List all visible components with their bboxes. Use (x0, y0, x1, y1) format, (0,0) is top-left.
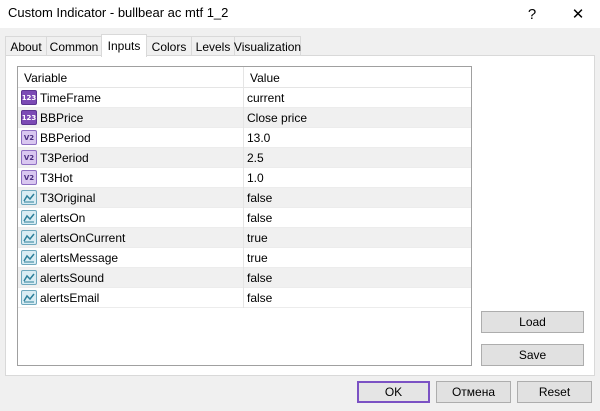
cell-divider (243, 128, 244, 148)
bool-icon (21, 190, 37, 205)
bool-icon (21, 270, 37, 285)
grid-row[interactable]: T3Original false (18, 188, 471, 208)
int-icon: 123 (21, 110, 37, 125)
cell-divider (243, 248, 244, 268)
grid-row[interactable]: alertsEmail false (18, 288, 471, 308)
tab-common[interactable]: Common (46, 36, 102, 56)
variable-name: alertsOnCurrent (40, 231, 126, 245)
variable-name: T3Original (40, 191, 96, 205)
variable-value[interactable]: true (247, 231, 268, 245)
close-button[interactable]: ✕ (558, 0, 598, 28)
cell-divider (243, 148, 244, 168)
grid-row[interactable]: V2 BBPeriod 13.0 (18, 128, 471, 148)
value-column-header[interactable]: Value (250, 71, 280, 85)
grid-header: Variable Value (18, 67, 471, 88)
int-icon: 123 (21, 90, 37, 105)
variable-name: TimeFrame (40, 91, 101, 105)
title-bar: Custom Indicator - bullbear ac mtf 1_2 ?… (0, 0, 600, 28)
grid-row[interactable]: V2 T3Hot 1.0 (18, 168, 471, 188)
load-button[interactable]: Load (481, 311, 584, 333)
double-icon: V2 (21, 170, 37, 185)
cancel-button[interactable]: Отмена (436, 381, 511, 403)
double-icon: V2 (21, 150, 37, 165)
variable-value[interactable]: 1.0 (247, 171, 264, 185)
cell-divider (243, 188, 244, 208)
variable-name: alertsSound (40, 271, 105, 285)
bool-icon (21, 210, 37, 225)
bool-icon (21, 290, 37, 305)
save-button[interactable]: Save (481, 344, 584, 366)
variable-value[interactable]: false (247, 211, 272, 225)
grid-row[interactable]: 123 BBPrice Close price (18, 108, 471, 128)
variable-name: T3Period (40, 151, 89, 165)
double-icon: V2 (21, 130, 37, 145)
variable-value[interactable]: false (247, 271, 272, 285)
tab-visualization[interactable]: Visualization (234, 36, 301, 56)
variable-name: BBPrice (40, 111, 84, 125)
cell-divider (243, 208, 244, 228)
grid-row[interactable]: alertsMessage true (18, 248, 471, 268)
variable-name: alertsEmail (40, 291, 100, 305)
tab-levels[interactable]: Levels (191, 36, 235, 56)
variable-name: T3Hot (40, 171, 73, 185)
variable-name: alertsOn (40, 211, 86, 225)
variable-value[interactable]: true (247, 251, 268, 265)
bool-icon (21, 230, 37, 245)
grid-row[interactable]: V2 T3Period 2.5 (18, 148, 471, 168)
reset-button[interactable]: Reset (517, 381, 592, 403)
variable-value[interactable]: current (247, 91, 284, 105)
variable-name: alertsMessage (40, 251, 119, 265)
grid-row[interactable]: alertsSound false (18, 268, 471, 288)
tab-inputs[interactable]: Inputs (101, 34, 147, 57)
tab-about[interactable]: About (5, 36, 47, 56)
variable-value[interactable]: Close price (247, 111, 307, 125)
help-button[interactable]: ? (512, 0, 552, 28)
grid-row[interactable]: alertsOn false (18, 208, 471, 228)
column-divider[interactable] (243, 67, 244, 88)
variable-name: BBPeriod (40, 131, 91, 145)
cell-divider (243, 108, 244, 128)
variable-value[interactable]: 2.5 (247, 151, 264, 165)
grid-row[interactable]: 123 TimeFrame current (18, 88, 471, 108)
variable-value[interactable]: false (247, 291, 272, 305)
grid-row[interactable]: alertsOnCurrent true (18, 228, 471, 248)
variable-value[interactable]: 13.0 (247, 131, 270, 145)
ok-button[interactable]: OK (357, 381, 430, 403)
bool-icon (21, 250, 37, 265)
cell-divider (243, 268, 244, 288)
variable-value[interactable]: false (247, 191, 272, 205)
cell-divider (243, 88, 244, 108)
inputs-grid: Variable Value 123 TimeFrame current 123 BBP… (17, 66, 472, 366)
window-title: Custom Indicator - bullbear ac mtf 1_2 (8, 5, 229, 20)
variable-column-header[interactable]: Variable (24, 71, 67, 85)
cell-divider (243, 288, 244, 308)
cell-divider (243, 228, 244, 248)
cell-divider (243, 168, 244, 188)
tab-colors[interactable]: Colors (146, 36, 192, 56)
